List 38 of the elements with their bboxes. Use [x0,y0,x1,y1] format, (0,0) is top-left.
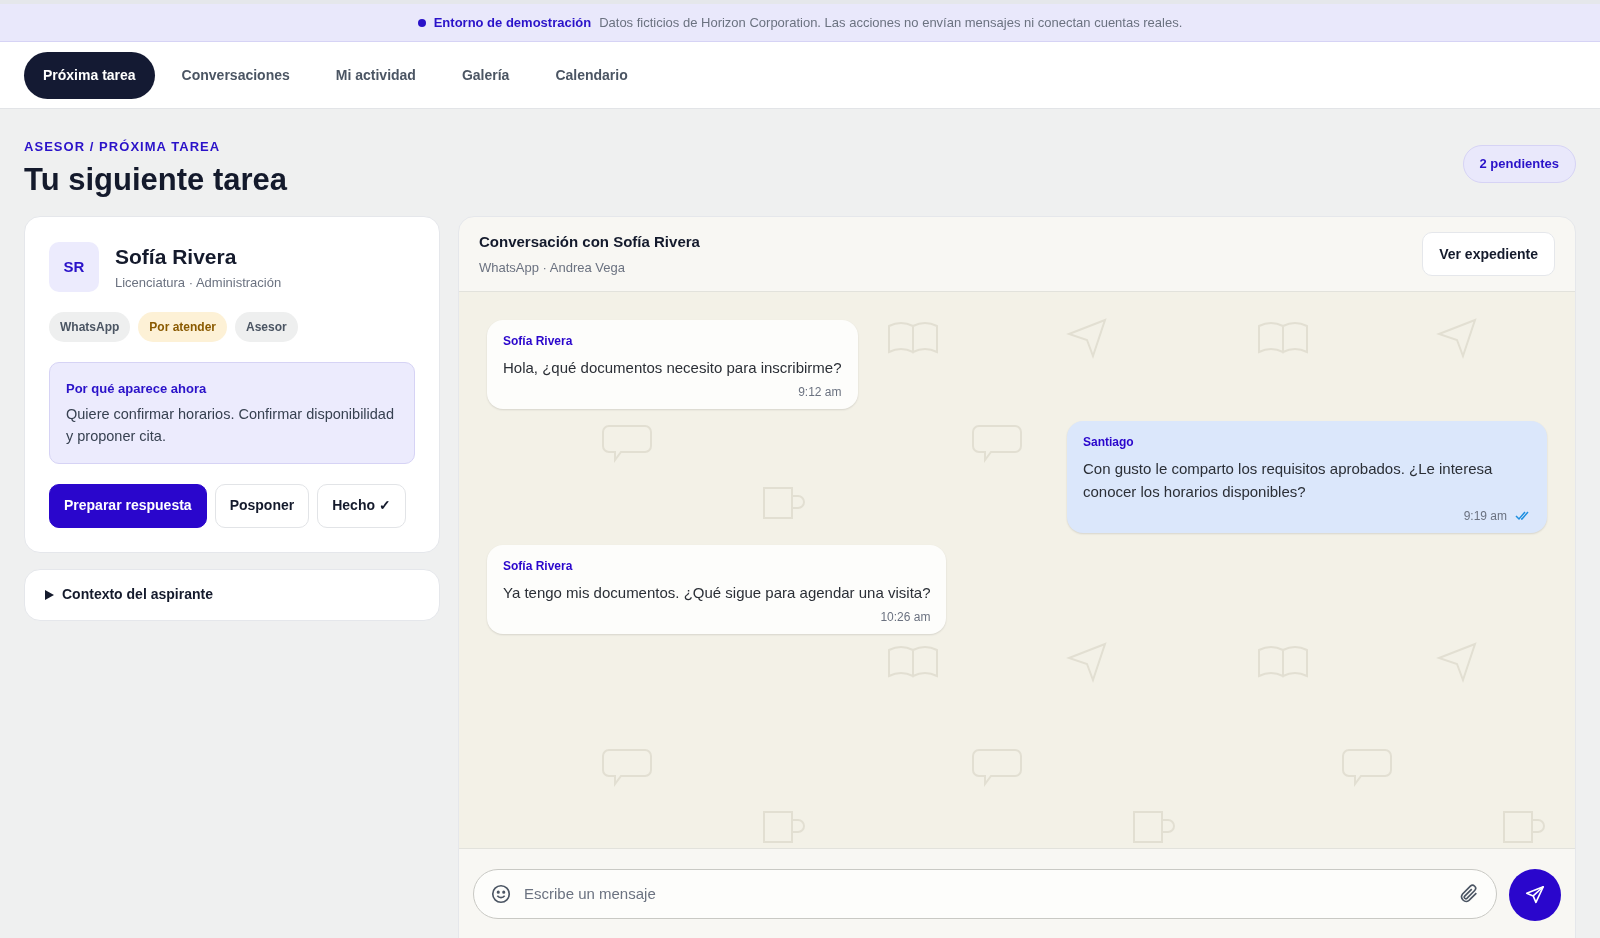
message-text: Hola, ¿qué documentos necesito para inscribirme? [503,358,842,379]
message-time: 9:12 am [798,384,842,402]
sender-name: Sofía Rivera [503,558,574,576]
action-button[interactable]: Hecho ✓ [317,483,406,528]
view-record-button[interactable]: Ver expediente [1422,232,1555,277]
contact-subtitle: Licenciatura · Administración [115,273,282,292]
sender-name: Santiago [1083,434,1135,452]
message-field[interactable]: Escribe un mensaje [473,869,1497,920]
page-title: Tu siguiente tarea [24,160,287,199]
reason-text: Quiere confirmar horarios. Confirmar disponibilidad y proponer cita. [66,404,395,446]
conversation-subtitle: WhatsApp · Andrea Vega [479,258,626,277]
nav-tab[interactable]: Galería [442,51,529,99]
conversation-title: Conversación con Sofía Rivera [479,232,700,253]
send-button[interactable] [1509,869,1561,922]
reason-title: Por qué aparece ahora [66,380,208,399]
banner-label: Entorno de demostración [433,13,592,32]
tag: WhatsApp [49,312,131,343]
tag: Asesor [235,312,298,343]
emoji-icon[interactable] [490,883,512,906]
sender-name: Sofía Rivera [503,333,574,351]
banner-text: Datos ficticios de Horizon Corporation. Las acciones no envían mensajes ni conectan cuentas reales. [599,13,1183,32]
context-toggle[interactable]: Contexto del aspirante [24,568,440,621]
nav-tab[interactable]: Conversaciones [162,51,309,99]
contact-name: Sofía Rivera [115,244,238,271]
message-text: Ya tengo mis documentos. ¿Qué sigue para agendar una visita? [503,583,931,604]
nav-tab[interactable]: Próxima tarea [24,51,155,99]
message-time: 9:19 am [1463,508,1507,526]
nav-tab[interactable]: Mi actividad [316,51,435,99]
message-input[interactable]: Escribe un mensaje [524,883,1446,906]
action-button[interactable]: Preparar respuesta [49,483,207,528]
pending-badge: 2 pendientes [1462,145,1576,183]
action-button[interactable]: Posponer [214,483,310,528]
avatar-initials: SR [49,241,99,292]
tag: Por atender [138,312,227,343]
nav-tab[interactable]: Calendario [536,51,647,99]
breadcrumb: ASESOR / PRÓXIMA TAREA [24,138,222,156]
message-time: 10:26 am [880,609,931,627]
message-text: Con gusto le comparto los requisitos aprobados. ¿Le interesa conocer los horarios disponibles? [1083,459,1494,503]
